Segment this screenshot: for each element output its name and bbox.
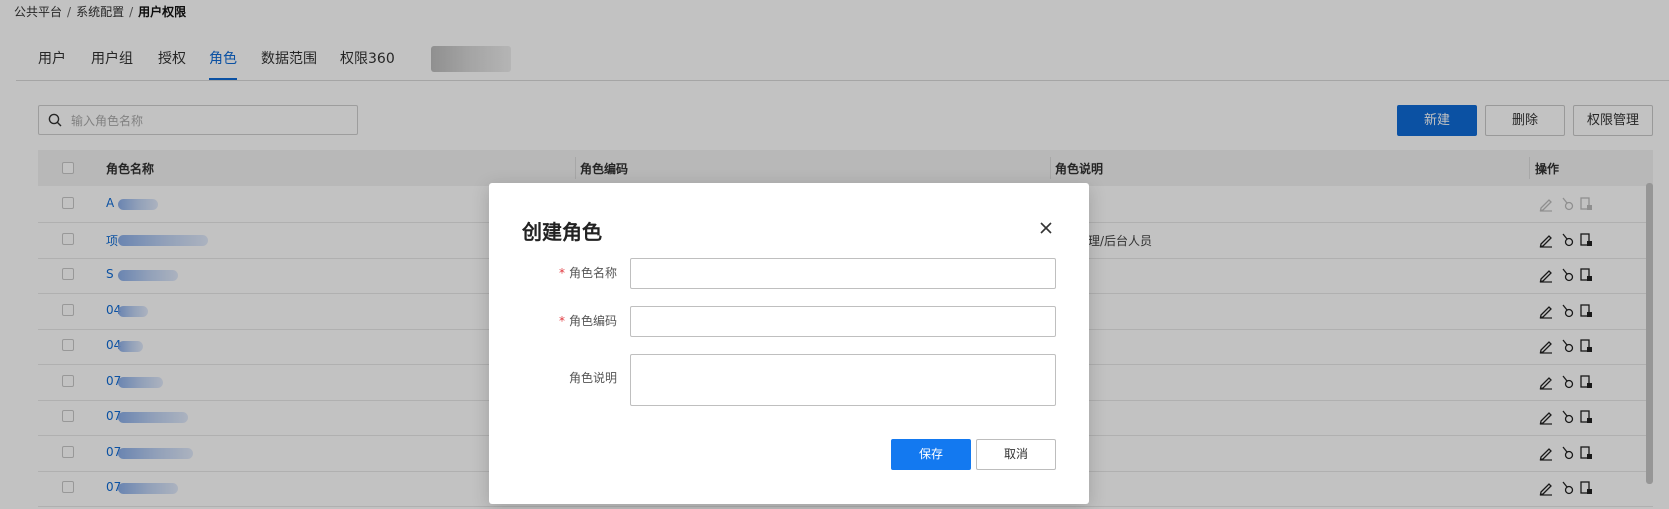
create-role-dialog: 创建角色 * 角色名称 * 角色编码 角色说明 保存 取消: [489, 183, 1089, 504]
role-name-input[interactable]: [630, 258, 1056, 289]
page: 公共平台/系统配置/用户权限 用户 用户组 授权 角色 数据范围 权限360 新…: [0, 0, 1669, 509]
role-desc-label: 角色说明: [517, 369, 617, 386]
role-name-label: * 角色名称: [517, 264, 617, 281]
role-name-label-text: 角色名称: [568, 266, 617, 280]
role-desc-textarea[interactable]: [630, 354, 1056, 406]
cancel-button[interactable]: 取消: [976, 439, 1056, 470]
role-code-label-text: 角色编码: [568, 314, 617, 328]
required-mark: *: [558, 266, 565, 280]
close-icon[interactable]: [1038, 220, 1054, 236]
role-code-input[interactable]: [630, 306, 1056, 337]
role-desc-label-text: 角色说明: [568, 371, 617, 385]
dialog-title: 创建角色: [522, 220, 602, 244]
save-button[interactable]: 保存: [891, 439, 971, 470]
required-mark: *: [558, 314, 565, 328]
role-code-label: * 角色编码: [517, 312, 617, 329]
